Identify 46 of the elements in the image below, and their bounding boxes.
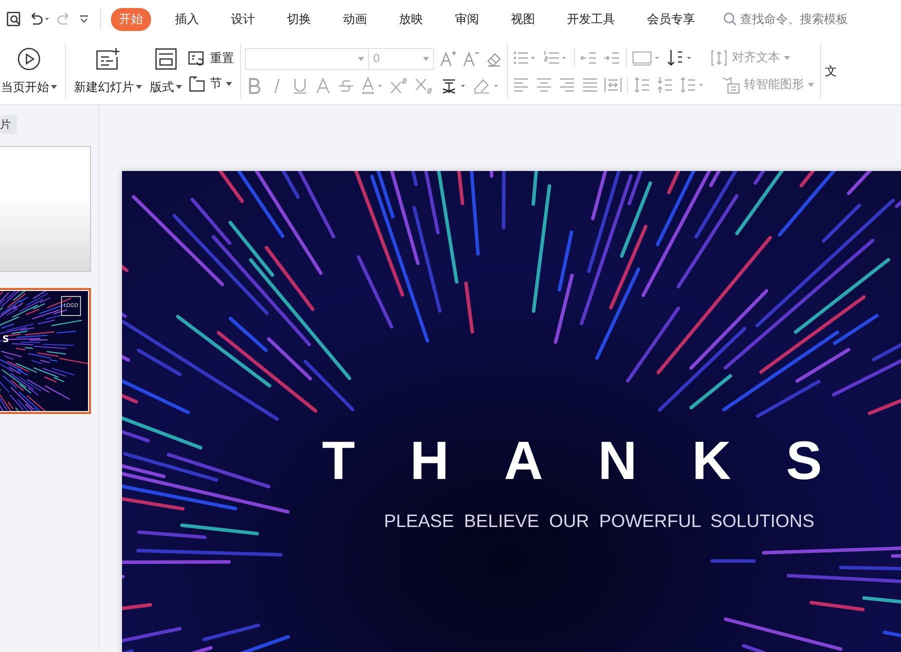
ribbon-tab[interactable]: 开发工具 xyxy=(559,8,623,30)
shrink-font-icon[interactable] xyxy=(462,50,480,68)
customize-icon[interactable] xyxy=(78,13,90,25)
ribbon-tab[interactable]: 审阅 xyxy=(447,8,487,30)
underline-icon[interactable] xyxy=(291,76,309,94)
preview-icon[interactable] xyxy=(6,11,22,27)
highlighter-icon[interactable] xyxy=(472,76,500,94)
ribbon-tab[interactable]: 会员专享 xyxy=(639,8,703,30)
paragraph-spacing-icon[interactable] xyxy=(656,76,674,94)
ribbon-tab[interactable]: 切换 xyxy=(279,8,319,30)
play-icon xyxy=(17,46,41,70)
align-text-icon xyxy=(710,48,728,66)
panel-tab[interactable]: 片 xyxy=(0,115,17,134)
align-right-icon[interactable] xyxy=(558,76,576,94)
justify-icon[interactable] xyxy=(581,76,599,94)
layout-button[interactable]: 版式 xyxy=(146,44,186,98)
numbered-list-icon[interactable] xyxy=(543,48,569,66)
layout-icon xyxy=(154,46,178,70)
ribbon-tab[interactable]: 插入 xyxy=(167,8,207,30)
slide-subtitle: PLEASE BELIEVE OUR POWERFUL SOLUTIONS xyxy=(384,511,816,532)
ribbon-tab[interactable]: 视图 xyxy=(503,8,543,30)
ribbon-tab[interactable]: 动画 xyxy=(335,8,375,30)
grow-font-icon[interactable] xyxy=(439,50,457,68)
play-from-current-button[interactable]: 当页开始 xyxy=(0,44,61,98)
line-spacing-icon[interactable] xyxy=(633,76,651,94)
section-icon xyxy=(188,76,206,92)
search-icon xyxy=(723,12,737,26)
reset-icon xyxy=(188,50,206,66)
ribbon-label[interactable]: 文 xyxy=(825,62,837,80)
subscript-icon[interactable] xyxy=(414,76,434,94)
section-button[interactable]: 节 xyxy=(186,74,236,93)
align-left-icon[interactable] xyxy=(512,76,530,94)
superscript-icon[interactable] xyxy=(389,76,409,94)
ribbon-tab[interactable]: 设计 xyxy=(223,8,263,30)
text-direction-icon[interactable] xyxy=(632,48,662,66)
distribute-icon[interactable] xyxy=(604,76,622,94)
new-slide-icon xyxy=(95,46,121,70)
text-shadow-icon[interactable] xyxy=(314,76,332,94)
font-family-dropdown[interactable] xyxy=(245,48,369,70)
slide-title: THANKS xyxy=(322,430,878,493)
ribbon-tab[interactable]: 放映 xyxy=(391,8,431,30)
reset-button[interactable]: 重置 xyxy=(186,49,236,68)
align-center-icon[interactable] xyxy=(535,76,553,94)
smart-graphic-icon xyxy=(722,76,740,94)
new-slide-button[interactable]: 新建幻灯片 xyxy=(70,44,146,98)
font-color-icon[interactable] xyxy=(360,76,384,94)
